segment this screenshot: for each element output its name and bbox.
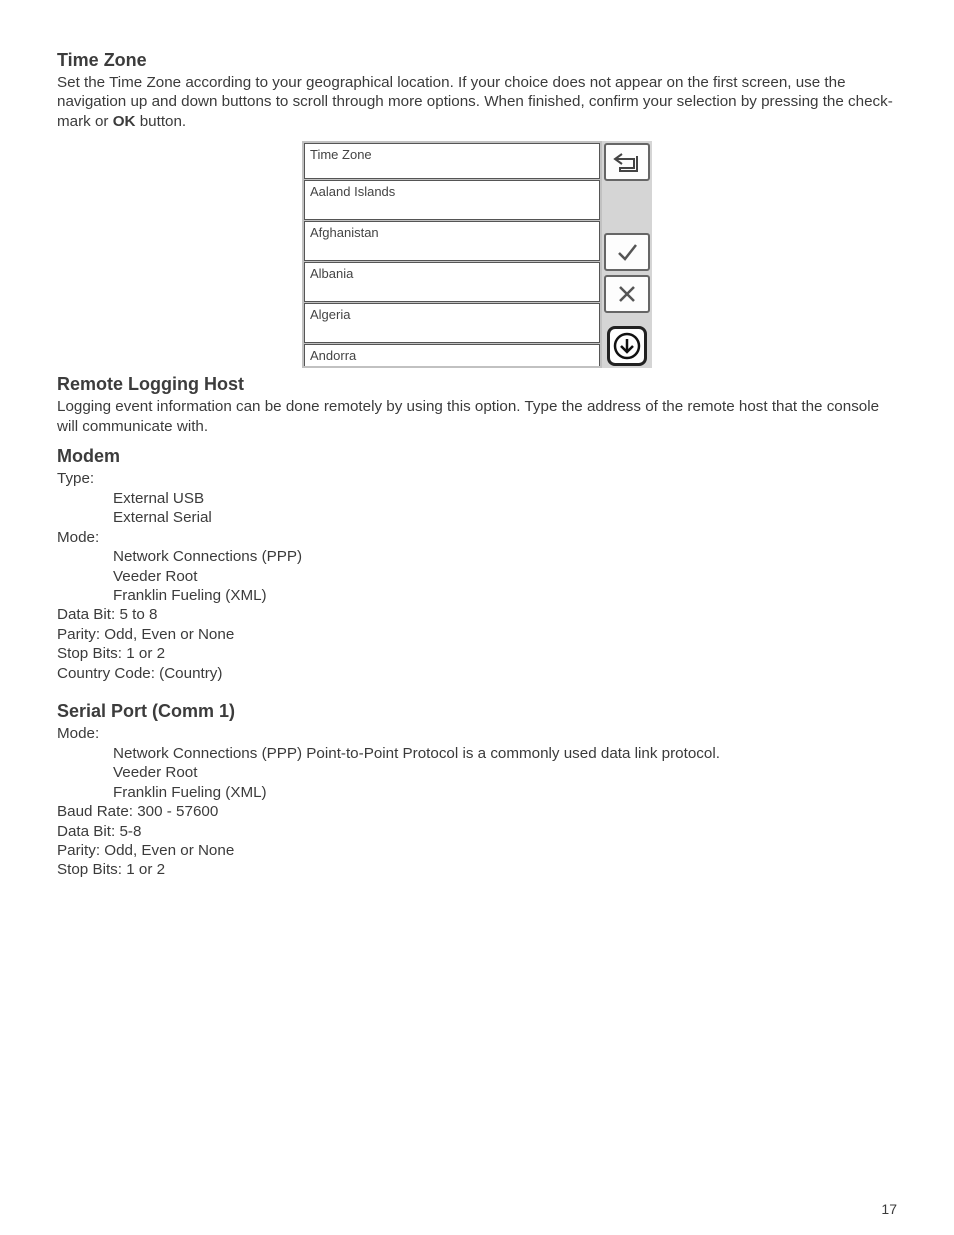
timezone-description: Set the Time Zone according to your geog… [57, 73, 897, 131]
list-item[interactable]: Andorra [304, 344, 600, 366]
modem-mode-label: Mode: [57, 528, 897, 547]
scroll-down-button[interactable] [607, 326, 647, 366]
serial-parity: Parity: Odd, Even or None [57, 841, 897, 860]
modem-mode-item: Veeder Root [57, 567, 897, 586]
cancel-button[interactable] [604, 275, 650, 313]
serial-baud: Baud Rate: 300 - 57600 [57, 802, 897, 821]
modem-country: Country Code: (Country) [57, 664, 897, 683]
page-number: 17 [881, 1201, 897, 1217]
ok-button[interactable] [604, 233, 650, 271]
device-side-buttons [602, 141, 652, 368]
modem-databit: Data Bit: 5 to 8 [57, 605, 897, 624]
modem-stopbits: Stop Bits: 1 or 2 [57, 644, 897, 663]
modem-mode-item: Franklin Fueling (XML) [57, 586, 897, 605]
modem-mode-item: Network Connections (PPP) [57, 547, 897, 566]
back-icon [612, 151, 642, 173]
remote-description: Logging event information can be done re… [57, 397, 897, 436]
serial-mode-item: Franklin Fueling (XML) [57, 783, 897, 802]
modem-parity: Parity: Odd, Even or None [57, 625, 897, 644]
arrow-down-icon [613, 332, 641, 360]
list-item[interactable]: Albania [304, 262, 600, 302]
serial-heading: Serial Port (Comm 1) [57, 701, 897, 722]
remote-heading: Remote Logging Host [57, 374, 897, 395]
check-icon [615, 240, 639, 264]
list-item[interactable]: Algeria [304, 303, 600, 343]
timezone-desc-bold: OK [113, 113, 136, 130]
modem-type-item: External Serial [57, 508, 897, 527]
list-item[interactable]: Afghanistan [304, 221, 600, 261]
timezone-desc-post: button. [135, 113, 186, 130]
serial-mode-item: Veeder Root [57, 763, 897, 782]
x-icon [616, 283, 638, 305]
serial-stopbits: Stop Bits: 1 or 2 [57, 860, 897, 879]
timezone-device-screenshot: Time Zone Aaland Islands Afghanistan Alb… [302, 141, 652, 368]
timezone-list: Time Zone Aaland Islands Afghanistan Alb… [302, 141, 602, 368]
list-item[interactable]: Aaland Islands [304, 180, 600, 220]
modem-type-label: Type: [57, 469, 897, 488]
modem-heading: Modem [57, 446, 897, 467]
serial-databit: Data Bit: 5-8 [57, 822, 897, 841]
back-button[interactable] [604, 143, 650, 181]
timezone-heading: Time Zone [57, 50, 897, 71]
serial-mode-item: Network Connections (PPP) Point-to-Point… [57, 744, 897, 763]
modem-type-item: External USB [57, 489, 897, 508]
serial-mode-label: Mode: [57, 724, 897, 743]
timezone-list-header: Time Zone [304, 143, 600, 179]
